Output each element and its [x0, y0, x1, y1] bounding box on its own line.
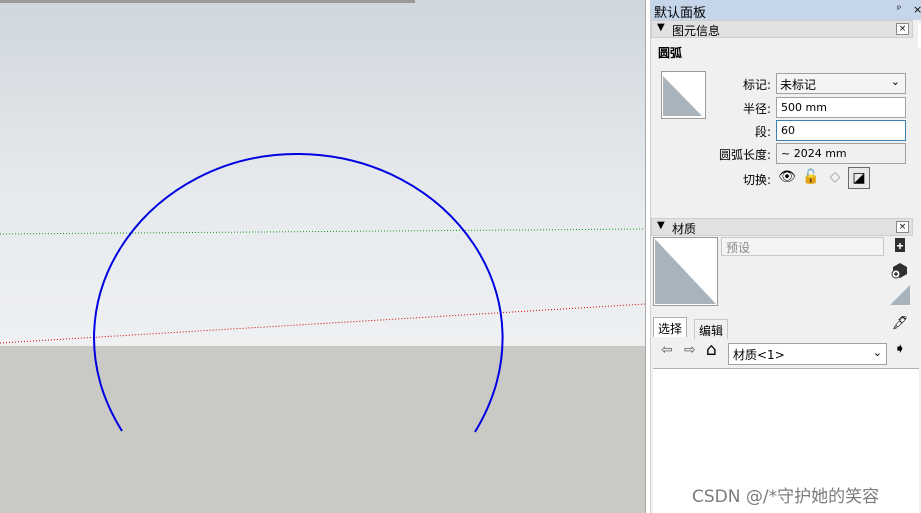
material-preview[interactable] — [653, 237, 718, 306]
material-swatch-icon — [663, 76, 702, 116]
materials-header[interactable]: ▼ 材质 × — [651, 218, 913, 236]
tray-close-icon[interactable]: × — [913, 3, 921, 16]
close-icon[interactable]: × — [896, 221, 909, 233]
entity-type-label: 圆弧 — [658, 46, 683, 60]
radius-field[interactable]: 500 mm — [776, 97, 906, 118]
eyedropper-icon[interactable]: 🖋 — [890, 314, 910, 334]
material-swatch-icon — [655, 239, 716, 304]
eye-icon[interactable]: 👁 — [776, 167, 798, 189]
display-secondary-pane-icon[interactable] — [890, 237, 910, 257]
materials-title: 材质 — [672, 222, 697, 236]
arc-length-label: 圆弧长度: — [718, 148, 771, 162]
forward-arrow-icon[interactable]: ⇨ — [684, 342, 696, 358]
collapse-arrow-icon[interactable]: ▼ — [657, 22, 665, 33]
receive-shadows-icon[interactable]: ◇ — [824, 167, 846, 189]
material-name-input[interactable]: 预设 — [721, 237, 884, 256]
green-axis-line — [0, 228, 645, 235]
entity-info-header[interactable]: ▼ 图元信息 × — [651, 20, 913, 38]
watermark: CSDN @/*守护她的笑容 — [692, 487, 880, 507]
chevron-down-icon: ⌄ — [872, 346, 882, 359]
arc-length-field: ~ 2024 mm — [776, 143, 906, 164]
lock-icon[interactable]: 🔓 — [800, 167, 822, 189]
tag-label: 标记: — [742, 78, 771, 92]
tray-titlebar: 默认面板 ᵖ × — [651, 0, 921, 21]
pin-icon[interactable]: ᵖ — [897, 4, 901, 15]
tab-edit[interactable]: 编辑 — [694, 319, 729, 339]
viewport-geometry — [0, 152, 645, 433]
home-icon[interactable]: ⌂ — [706, 340, 717, 360]
entity-material-thumbnail[interactable] — [661, 71, 706, 119]
close-icon[interactable]: × — [896, 23, 909, 35]
back-arrow-icon[interactable]: ⇦ — [661, 342, 673, 358]
toggles-label: 切换: — [742, 173, 771, 187]
chevron-down-icon: ⌄ — [890, 75, 900, 88]
arc-entity[interactable] — [93, 152, 504, 433]
details-arrow-icon[interactable]: ➧ — [894, 341, 906, 357]
entity-info-title: 图元信息 — [672, 24, 721, 38]
segments-field[interactable]: 60 — [776, 120, 906, 141]
tray-title: 默认面板 — [654, 6, 707, 21]
cast-shadows-icon[interactable]: ◪ — [848, 167, 870, 189]
tab-select[interactable]: 选择 — [653, 317, 688, 337]
material-library-value: 材质<1> — [733, 348, 785, 362]
collapse-arrow-icon[interactable]: ▼ — [657, 220, 665, 231]
tag-select-value: 未标记 — [780, 78, 817, 92]
create-material-icon[interactable] — [890, 261, 910, 281]
tag-select[interactable]: 未标记 ⌄ — [776, 73, 906, 94]
material-library-select[interactable]: 材质<1> ⌄ — [728, 343, 887, 365]
radius-label: 半径: — [742, 102, 771, 116]
model-viewport[interactable] — [0, 0, 645, 513]
default-material-icon[interactable] — [890, 285, 910, 305]
segments-label: 段: — [754, 125, 771, 139]
default-tray: 默认面板 ᵖ × ▼ 图元信息 × 圆弧 标记: 未标记 ⌄ 半径: 500 m… — [651, 0, 921, 513]
